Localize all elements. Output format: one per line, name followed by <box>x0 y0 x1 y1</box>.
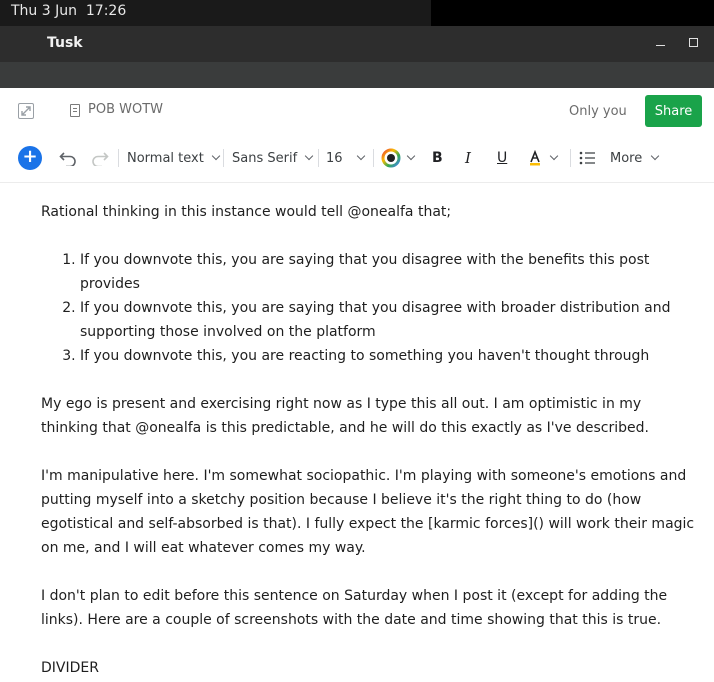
window-title-bar: Tusk <box>0 26 714 62</box>
font-family-label: Sans Serif <box>232 150 298 166</box>
underline-icon: U <box>497 150 508 166</box>
font-size-label: 16 <box>326 150 343 166</box>
document-body[interactable]: Rational thinking in this instance would… <box>41 200 701 680</box>
system-top-bar: Thu 3 Jun 17:26 <box>0 0 714 26</box>
body-paragraph[interactable]: I don't plan to edit before this sentenc… <box>41 584 701 632</box>
share-button[interactable]: Share <box>645 95 702 127</box>
numbered-list: If you downvote this, you are saying tha… <box>80 248 701 368</box>
paragraph-style-select[interactable]: Normal text <box>127 138 221 178</box>
redo-icon[interactable] <box>91 138 109 178</box>
window-toolbar-band <box>0 62 714 88</box>
expand-icon[interactable] <box>18 103 34 119</box>
list-item[interactable]: If you downvote this, you are saying tha… <box>80 296 701 344</box>
toolbar-separator <box>318 149 319 167</box>
list-item[interactable]: If you downvote this, you are reacting t… <box>80 344 701 368</box>
document-title[interactable]: POB WOTW <box>88 102 163 117</box>
more-label: More <box>610 150 643 166</box>
chevron-down-icon <box>549 151 559 161</box>
underline-button[interactable]: U <box>497 138 507 178</box>
intro-paragraph[interactable]: Rational thinking in this instance would… <box>41 200 701 224</box>
minimize-icon[interactable] <box>655 37 667 51</box>
font-family-select[interactable]: Sans Serif <box>232 138 314 178</box>
chevron-down-icon <box>406 151 416 161</box>
body-paragraph[interactable]: I'm manipulative here. I'm somewhat soci… <box>41 464 701 560</box>
bulleted-list-button[interactable] <box>579 138 596 178</box>
list-icon <box>579 151 595 165</box>
visibility-label[interactable]: Only you <box>569 104 627 119</box>
undo-icon[interactable] <box>59 138 77 178</box>
chevron-down-icon <box>304 151 314 161</box>
bold-icon: B <box>432 150 443 166</box>
italic-button[interactable]: I <box>465 138 471 178</box>
font-size-select[interactable]: 16 <box>326 138 365 178</box>
chevron-down-icon <box>211 151 221 161</box>
bold-button[interactable]: B <box>432 138 443 178</box>
system-tray-area <box>431 0 714 26</box>
add-block-button[interactable]: + <box>18 146 42 170</box>
editor-app: POB WOTW Only you Share + Normal text Sa… <box>0 88 714 682</box>
maximize-icon[interactable] <box>689 38 698 47</box>
list-item[interactable]: If you downvote this, you are saying tha… <box>80 248 701 296</box>
divider-text[interactable]: DIVIDER <box>41 656 701 680</box>
window-title: Tusk <box>47 35 83 51</box>
formatting-toolbar: + Normal text Sans Serif 16 B I U More <box>0 138 714 178</box>
document-icon <box>70 104 80 117</box>
italic-icon: I <box>465 149 471 167</box>
editor-header: POB WOTW Only you Share <box>0 88 714 134</box>
toolbar-separator <box>570 149 571 167</box>
highlight-icon <box>530 150 540 166</box>
chevron-down-icon <box>356 151 365 161</box>
body-paragraph[interactable]: My ego is present and exercising right n… <box>41 392 701 440</box>
highlight-picker[interactable] <box>528 138 559 178</box>
paragraph-style-label: Normal text <box>127 150 204 166</box>
toolbar-separator <box>223 149 224 167</box>
text-color-picker[interactable] <box>381 138 416 178</box>
chevron-down-icon <box>650 151 660 161</box>
system-clock[interactable]: Thu 3 Jun 17:26 <box>11 3 126 19</box>
toolbar-separator <box>118 149 119 167</box>
toolbar-separator <box>373 149 374 167</box>
color-wheel-icon <box>381 148 401 168</box>
more-menu[interactable]: More <box>610 138 660 178</box>
toolbar-divider <box>0 182 714 183</box>
